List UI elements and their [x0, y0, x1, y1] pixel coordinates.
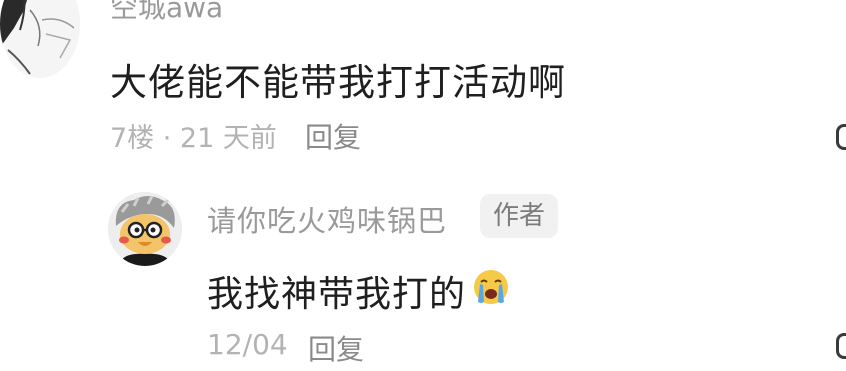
commenter-avatar[interactable] [0, 0, 80, 78]
commenter-username[interactable]: 空城awa [110, 0, 223, 26]
replier-username[interactable]: 请你吃火鸡味锅巴 [207, 198, 447, 240]
cartoon-duck-avatar-icon [108, 192, 182, 266]
comment-floor-and-time: 7楼 · 21 天前 [110, 123, 277, 154]
crying-face-emoji-icon [474, 270, 508, 304]
reply-button[interactable]: 回复 [305, 116, 361, 156]
thumb-up-icon[interactable] [836, 124, 846, 150]
sketch-girl-avatar-icon [0, 0, 80, 78]
author-badge: 作者 [480, 194, 559, 238]
reply-text: 我找神带我打的 [207, 274, 467, 315]
reply-button[interactable]: 回复 [308, 328, 364, 368]
comment-text: 大佬能不能带我打打活动啊 [110, 61, 566, 104]
replier-avatar[interactable] [108, 192, 182, 266]
thumb-up-icon[interactable] [836, 333, 846, 359]
reply-date: 12/04 [207, 328, 288, 361]
